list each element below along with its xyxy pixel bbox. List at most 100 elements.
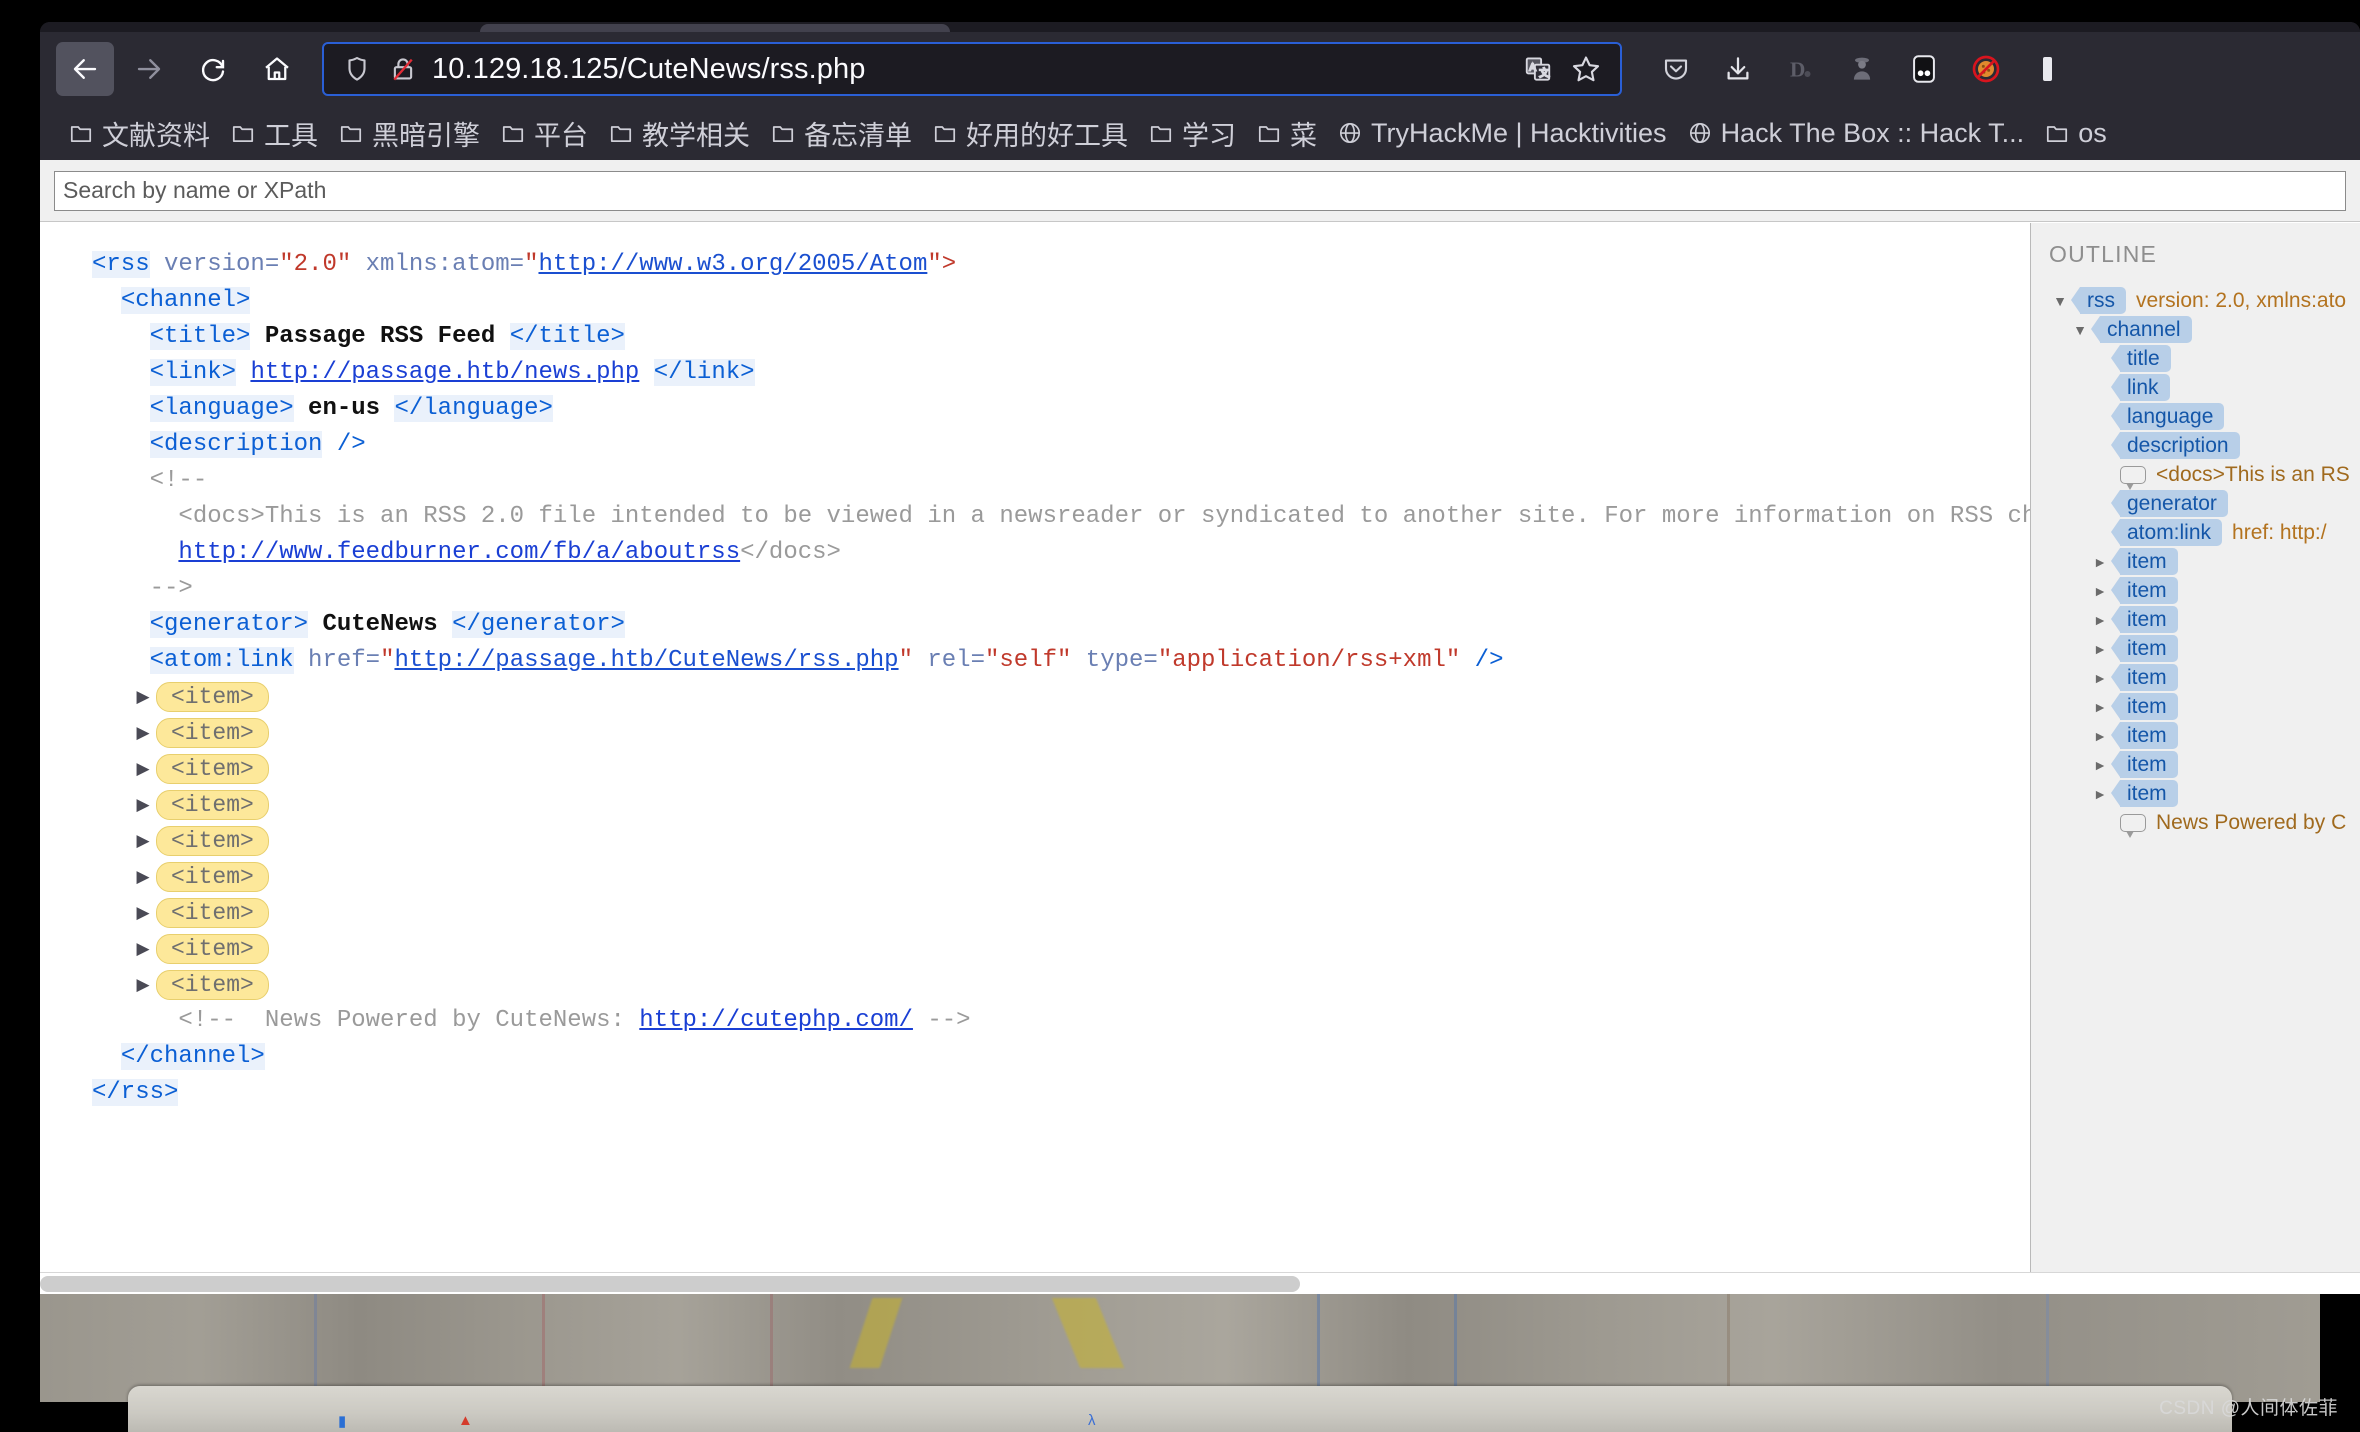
outline-node-row[interactable]: ► item: [2049, 750, 2360, 779]
forward-button[interactable]: [120, 42, 178, 96]
bookmark-item[interactable]: 工具: [220, 112, 328, 154]
item-tag-pill[interactable]: <item>: [156, 754, 269, 784]
outline-twisty-icon[interactable]: ▼: [2049, 293, 2071, 309]
scrollbar-thumb[interactable]: [40, 1276, 1300, 1292]
outline-twisty-icon[interactable]: ►: [2089, 757, 2111, 773]
expand-triangle-icon[interactable]: ▶: [130, 751, 156, 787]
item-tag-pill[interactable]: <item>: [156, 682, 269, 712]
bookmark-item[interactable]: 好用的好工具: [922, 112, 1138, 154]
expand-triangle-icon[interactable]: ▶: [130, 787, 156, 823]
xml-item-row[interactable]: ▶ <item>: [130, 787, 2030, 823]
footer-comment-link[interactable]: http://cutephp.com/: [639, 1007, 913, 1034]
url-text[interactable]: 10.129.18.125/CuteNews/rss.php: [426, 53, 1516, 86]
menu-button[interactable]: [2018, 42, 2078, 96]
pocket-icon[interactable]: [1646, 42, 1706, 96]
bookmark-item[interactable]: 备忘清单: [760, 112, 922, 154]
outline-tag-pill[interactable]: title: [2111, 345, 2171, 372]
outline-tag-pill[interactable]: description: [2111, 432, 2240, 459]
xml-item-row[interactable]: ▶ <item>: [130, 715, 2030, 751]
outline-node-row[interactable]: ► item: [2049, 634, 2360, 663]
translate-icon[interactable]: A 文: [1516, 47, 1560, 91]
horizontal-scrollbar[interactable]: [40, 1272, 2360, 1294]
expand-triangle-icon[interactable]: ▶: [130, 967, 156, 1003]
item-tag-pill[interactable]: <item>: [156, 718, 269, 748]
outline-twisty-icon[interactable]: ►: [2089, 699, 2111, 715]
outline-tag-pill[interactable]: language: [2110, 403, 2225, 430]
active-tab[interactable]: [480, 24, 950, 32]
darkreader-icon[interactable]: D: [1770, 42, 1830, 96]
outline-node-row[interactable]: description: [2049, 431, 2360, 460]
expand-triangle-icon[interactable]: ▶: [130, 859, 156, 895]
item-tag-pill[interactable]: <item>: [156, 934, 269, 964]
outline-node-row[interactable]: title: [2049, 344, 2360, 373]
outline-tag-pill[interactable]: atom:link: [2110, 519, 2223, 546]
bookmark-item[interactable]: TryHackMe | Hacktivities: [1327, 112, 1677, 154]
bookmark-item[interactable]: 学习: [1138, 112, 1246, 154]
expand-triangle-icon[interactable]: ▶: [130, 823, 156, 859]
outline-node-row[interactable]: ► item: [2049, 721, 2360, 750]
item-tag-pill[interactable]: <item>: [156, 898, 269, 928]
xml-item-row[interactable]: ▶ <item>: [130, 751, 2030, 787]
outline-node-row[interactable]: ► item: [2049, 605, 2360, 634]
outline-node-row[interactable]: ► item: [2049, 663, 2360, 692]
outline-twisty-icon[interactable]: ►: [2089, 583, 2111, 599]
item-tag-pill[interactable]: <item>: [156, 970, 269, 1000]
outline-node-row[interactable]: link: [2049, 373, 2360, 402]
outline-node-row[interactable]: language: [2049, 402, 2360, 431]
cookie-blocked-icon[interactable]: [1956, 42, 2016, 96]
xml-item-row[interactable]: ▶ <item>: [130, 895, 2030, 931]
xml-item-row[interactable]: ▶ <item>: [130, 679, 2030, 715]
os-dock[interactable]: ▮ ▲ λ: [128, 1386, 2232, 1432]
outline-twisty-icon[interactable]: ►: [2089, 641, 2111, 657]
expand-triangle-icon[interactable]: ▶: [130, 715, 156, 751]
outline-node-row[interactable]: ► item: [2049, 692, 2360, 721]
xml-item-row[interactable]: ▶ <item>: [130, 823, 2030, 859]
outline-tag-pill[interactable]: item: [2111, 635, 2178, 662]
outline-twisty-icon[interactable]: ►: [2089, 728, 2111, 744]
channel-link-value[interactable]: http://passage.htb/news.php: [250, 359, 639, 386]
home-button[interactable]: [248, 42, 306, 96]
outline-tag-pill[interactable]: channel: [2091, 316, 2192, 343]
bookmark-item[interactable]: 黑暗引擎: [328, 112, 490, 154]
outline-twisty-icon[interactable]: ►: [2089, 786, 2111, 802]
outline-twisty-icon[interactable]: ►: [2089, 554, 2111, 570]
outline-tag-pill[interactable]: rss: [2071, 287, 2126, 314]
shield-icon[interactable]: [334, 54, 380, 84]
item-tag-pill[interactable]: <item>: [156, 826, 269, 856]
outline-tag-pill[interactable]: item: [2111, 664, 2178, 691]
outline-tag-pill[interactable]: item: [2111, 548, 2178, 575]
outline-tag-pill[interactable]: item: [2111, 577, 2178, 604]
download-icon[interactable]: [1708, 42, 1768, 96]
url-bar[interactable]: 10.129.18.125/CuteNews/rss.php A 文: [322, 42, 1622, 96]
item-tag-pill[interactable]: <item>: [156, 790, 269, 820]
outline-node-row[interactable]: ► item: [2049, 779, 2360, 808]
foxyproxy-icon[interactable]: [1894, 42, 1954, 96]
outline-twisty-icon[interactable]: ►: [2089, 612, 2111, 628]
comment-docs-link[interactable]: http://www.feedburner.com/fb/a/aboutrss: [178, 539, 740, 566]
bookmark-item[interactable]: 菜: [1246, 112, 1327, 154]
atomlink-href-value[interactable]: http://passage.htb/CuteNews/rss.php: [394, 647, 898, 674]
bookmark-item[interactable]: 教学相关: [598, 112, 760, 154]
outline-tag-pill[interactable]: item: [2111, 751, 2178, 778]
spy-icon[interactable]: [1832, 42, 1892, 96]
expand-triangle-icon[interactable]: ▶: [130, 895, 156, 931]
outline-tag-pill[interactable]: item: [2111, 722, 2178, 749]
expand-triangle-icon[interactable]: ▶: [130, 931, 156, 967]
outline-twisty-icon[interactable]: ▼: [2069, 322, 2091, 338]
outline-tag-pill[interactable]: item: [2111, 780, 2178, 807]
xml-item-row[interactable]: ▶ <item>: [130, 967, 2030, 1003]
expand-triangle-icon[interactable]: ▶: [130, 679, 156, 715]
lock-insecure-icon[interactable]: [380, 54, 426, 84]
bookmark-item[interactable]: os: [2034, 112, 2117, 154]
bookmark-item[interactable]: 平台: [490, 112, 598, 154]
item-tag-pill[interactable]: <item>: [156, 862, 269, 892]
outline-node-row[interactable]: ► item: [2049, 547, 2360, 576]
outline-node-row[interactable]: ▼ rss version: 2.0, xmlns:ato: [2049, 286, 2360, 315]
outline-node-row[interactable]: ► item: [2049, 576, 2360, 605]
bookmark-star-icon[interactable]: [1564, 47, 1608, 91]
outline-node-row[interactable]: ▼ channel: [2049, 315, 2360, 344]
xml-item-row[interactable]: ▶ <item>: [130, 931, 2030, 967]
back-button[interactable]: [56, 42, 114, 96]
outline-node-row[interactable]: generator: [2049, 489, 2360, 518]
outline-tag-pill[interactable]: item: [2111, 606, 2178, 633]
